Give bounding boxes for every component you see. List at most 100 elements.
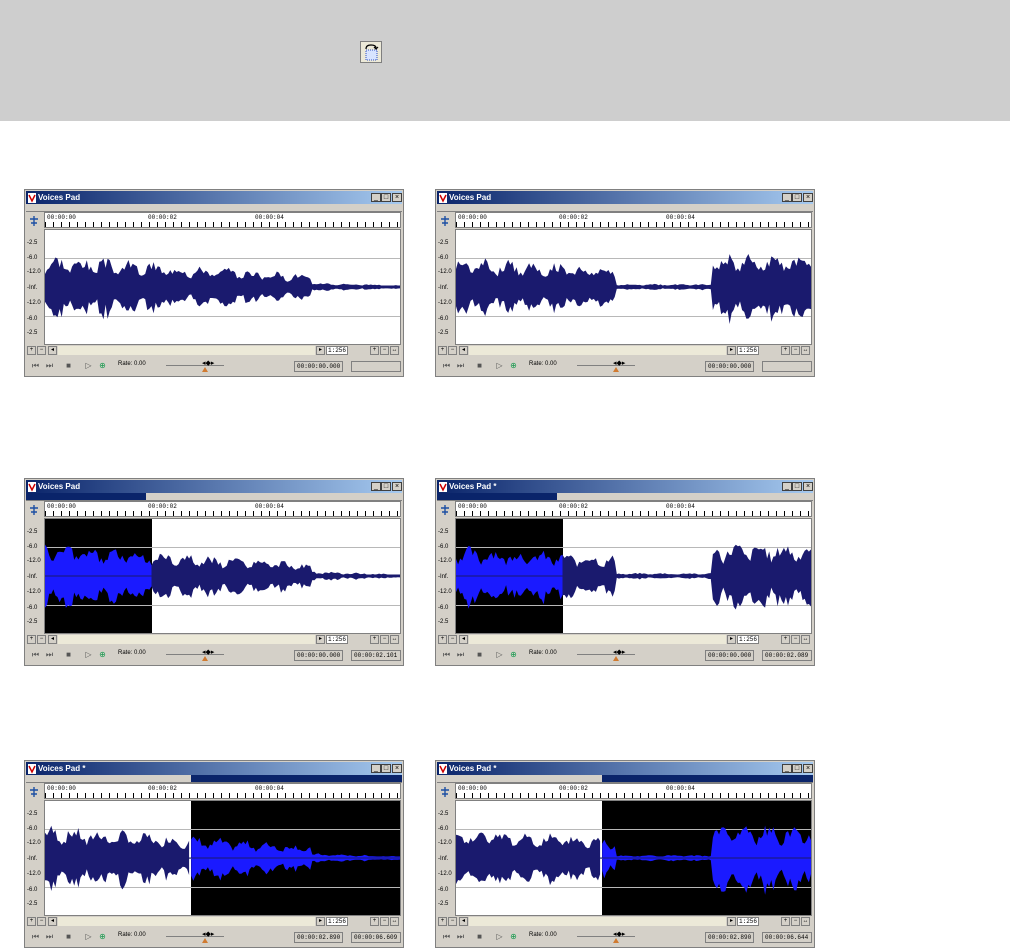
minimize-button[interactable]: _ [782,193,792,202]
zoom-fit-button[interactable]: ↔ [390,635,399,644]
scroll-minus-button[interactable]: − [37,635,46,644]
time-ruler[interactable]: 00:00:00 00:00:02 00:00:04 [44,212,401,228]
scroll-plus-button[interactable]: + [27,917,36,926]
stop-button[interactable]: ■ [64,361,73,370]
zoom-fit-button[interactable]: ↔ [801,917,810,926]
play-button[interactable]: ▷ [495,932,504,941]
close-button[interactable]: × [803,764,813,773]
zoom-out-button[interactable]: − [380,917,389,926]
play-button[interactable]: ▷ [84,650,93,659]
go-to-start-button[interactable]: ⏮ [31,650,40,659]
scroll-track[interactable] [58,635,315,644]
play-button[interactable]: ▷ [495,361,504,370]
minimize-button[interactable]: _ [782,764,792,773]
snap-to-grid-icon[interactable] [439,786,451,798]
stop-button[interactable]: ■ [475,650,484,659]
close-button[interactable]: × [803,193,813,202]
zoom-out-button[interactable]: − [791,635,800,644]
snap-to-grid-icon[interactable] [28,215,40,227]
rate-slider-track[interactable] [166,654,224,655]
scroll-right-button[interactable]: ▸ [727,346,736,355]
horizontal-scrollbar[interactable]: + − ◂ ▸ 1:256 + − ↔ [437,916,813,926]
waveform-area[interactable] [44,800,401,916]
snap-to-grid-icon[interactable] [28,504,40,516]
scroll-left-button[interactable]: ◂ [48,917,57,926]
zoom-in-button[interactable]: + [781,635,790,644]
play-button[interactable]: ▷ [495,650,504,659]
rate-slider-track[interactable] [577,365,635,366]
scroll-left-button[interactable]: ◂ [48,346,57,355]
horizontal-scrollbar[interactable]: + − ◂ ▸ 1:256 + − ↔ [26,634,402,644]
time-ruler[interactable]: 00:00:00 00:00:02 00:00:04 [455,212,812,228]
loop-button[interactable]: ⊕ [509,650,518,659]
zoom-in-button[interactable]: + [370,917,379,926]
snap-to-grid-icon[interactable] [439,504,451,516]
maximize-button[interactable]: □ [381,482,391,491]
go-to-start-button[interactable]: ⏮ [442,361,451,370]
close-button[interactable]: × [803,482,813,491]
play-button[interactable]: ▷ [84,361,93,370]
go-to-end-button[interactable]: ⏭ [456,932,465,941]
maximize-button[interactable]: □ [792,193,802,202]
close-button[interactable]: × [392,193,402,202]
time-ruler[interactable]: 00:00:00 00:00:02 00:00:04 [44,501,401,517]
zoom-fit-button[interactable]: ↔ [390,917,399,926]
zoom-out-button[interactable]: − [380,635,389,644]
waveform-area[interactable] [455,518,812,634]
waveform-area[interactable] [44,518,401,634]
zoom-out-button[interactable]: − [791,346,800,355]
zoom-fit-button[interactable]: ↔ [801,346,810,355]
go-to-end-button[interactable]: ⏭ [456,361,465,370]
waveform-area[interactable] [455,800,812,916]
scroll-right-button[interactable]: ▸ [316,917,325,926]
play-button[interactable]: ▷ [84,932,93,941]
zoom-fit-button[interactable]: ↔ [390,346,399,355]
rate-slider-track[interactable] [577,654,635,655]
snap-to-grid-icon[interactable] [439,215,451,227]
go-to-end-button[interactable]: ⏭ [45,650,54,659]
scroll-plus-button[interactable]: + [27,346,36,355]
go-to-end-button[interactable]: ⏭ [456,650,465,659]
scroll-right-button[interactable]: ▸ [727,917,736,926]
close-button[interactable]: × [392,764,402,773]
rate-slider-thumb[interactable]: ◂◆▸ [202,649,214,656]
scroll-track[interactable] [469,917,726,926]
zoom-in-button[interactable]: + [370,346,379,355]
zoom-in-button[interactable]: + [781,346,790,355]
time-ruler[interactable]: 00:00:00 00:00:02 00:00:04 [455,501,812,517]
maximize-button[interactable]: □ [381,193,391,202]
scroll-plus-button[interactable]: + [438,917,447,926]
maximize-button[interactable]: □ [792,764,802,773]
scroll-track[interactable] [58,917,315,926]
scroll-minus-button[interactable]: − [448,346,457,355]
loop-button[interactable]: ⊕ [98,932,107,941]
scroll-track[interactable] [469,346,726,355]
rate-slider-thumb[interactable]: ◂◆▸ [202,931,214,938]
stop-button[interactable]: ■ [64,650,73,659]
scroll-plus-button[interactable]: + [438,346,447,355]
scroll-minus-button[interactable]: − [37,917,46,926]
minimize-button[interactable]: _ [371,764,381,773]
minimize-button[interactable]: _ [782,482,792,491]
scroll-left-button[interactable]: ◂ [48,635,57,644]
snap-to-grid-icon[interactable] [28,786,40,798]
loop-button[interactable]: ⊕ [509,932,518,941]
time-ruler[interactable]: 00:00:00 00:00:02 00:00:04 [44,783,401,799]
stop-button[interactable]: ■ [475,361,484,370]
scroll-left-button[interactable]: ◂ [459,635,468,644]
waveform-area[interactable] [44,229,401,345]
go-to-end-button[interactable]: ⏭ [45,361,54,370]
scroll-track[interactable] [58,346,315,355]
go-to-end-button[interactable]: ⏭ [45,932,54,941]
minimize-button[interactable]: _ [371,193,381,202]
scroll-minus-button[interactable]: − [448,917,457,926]
scroll-minus-button[interactable]: − [448,635,457,644]
horizontal-scrollbar[interactable]: + − ◂ ▸ 1:256 + − ↔ [437,634,813,644]
maximize-button[interactable]: □ [381,764,391,773]
go-to-start-button[interactable]: ⏮ [442,932,451,941]
horizontal-scrollbar[interactable]: + − ◂ ▸ 1:256 + − ↔ [437,345,813,355]
loop-button[interactable]: ⊕ [98,650,107,659]
zoom-out-button[interactable]: − [380,346,389,355]
waveform-area[interactable] [455,229,812,345]
stop-button[interactable]: ■ [64,932,73,941]
